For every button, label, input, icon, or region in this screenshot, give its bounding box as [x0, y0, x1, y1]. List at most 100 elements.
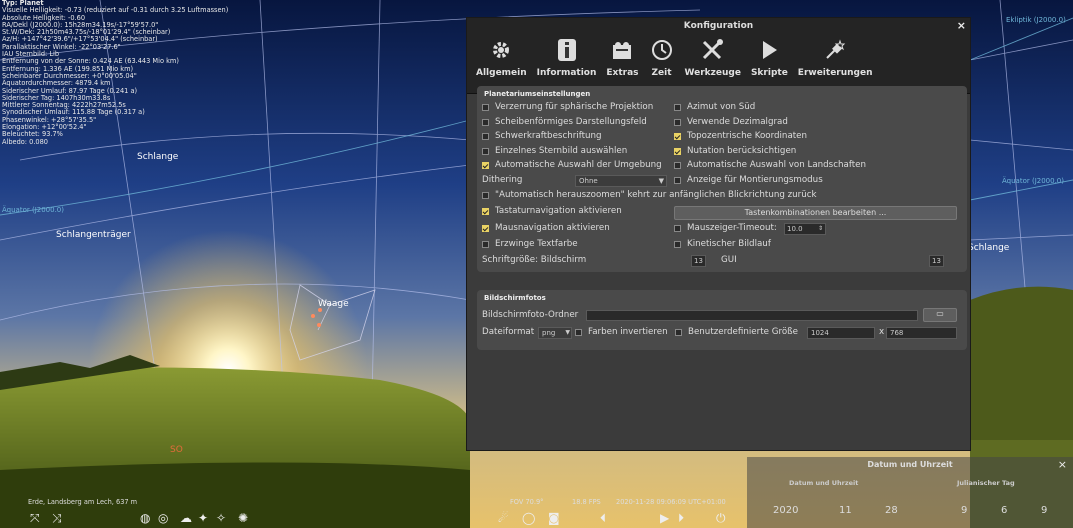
label-aequator-left: Äquator (J2000.0) [2, 206, 64, 214]
close-icon[interactable]: × [1058, 458, 1067, 471]
checkbox[interactable] [674, 118, 681, 126]
ground-icon[interactable]: ☁ [180, 511, 192, 525]
clock-icon [649, 36, 675, 64]
tab-label: Information [536, 68, 597, 78]
file-format-select[interactable]: png ▼ [538, 327, 572, 339]
option-scheibenfoermig[interactable]: Scheibenförmiges Darstellungsfeld [482, 117, 647, 127]
label-schlange-right: Schlange [968, 243, 1010, 253]
checkbox[interactable] [482, 207, 489, 215]
fov-text: FOV 70.9° [510, 498, 544, 506]
tab-information[interactable]: Information [532, 34, 602, 93]
fast-forward-icon[interactable]: ⏵ [678, 511, 684, 526]
checkbox[interactable] [674, 103, 681, 111]
option-tastaturnavigation[interactable]: Tastaturnavigation aktivieren [482, 206, 622, 216]
custom-width-input[interactable]: 1024 [807, 327, 875, 339]
close-icon[interactable]: × [957, 18, 966, 34]
option-label: Nutation berücksichtigen [687, 146, 797, 156]
shortcut-edit-button[interactable]: Tastenkombinationen bearbeiten ... [674, 206, 957, 220]
tab-allgemein[interactable]: Allgemein [471, 34, 532, 93]
play-icon [756, 36, 782, 64]
night-mode-icon[interactable]: ◙ [548, 511, 560, 525]
timeout-spinbox[interactable]: 10.0 ⇕ [784, 223, 826, 235]
tab-erweiterungen[interactable]: Erweiterungen [793, 34, 878, 93]
checkbox[interactable] [674, 240, 681, 248]
checkbox[interactable] [674, 224, 681, 232]
option-mauszeiger-timeout[interactable]: Mauszeiger-Timeout: [674, 223, 777, 233]
checkbox[interactable] [675, 328, 682, 336]
checkbox[interactable] [674, 161, 681, 169]
custom-height-input[interactable]: 768 [886, 327, 957, 339]
gui-label: GUI [721, 255, 737, 265]
option-nutation[interactable]: Nutation berücksichtigen [674, 146, 796, 156]
checkbox[interactable] [482, 191, 489, 199]
checkbox[interactable] [482, 240, 489, 248]
checkbox[interactable] [674, 176, 681, 184]
option-azimut-sued[interactable]: Azimut von Süd [674, 102, 755, 112]
option-auto-umgebung[interactable]: Automatische Auswahl der Umgebung [482, 160, 662, 170]
extras-icon [609, 36, 635, 64]
tab-extras[interactable]: Extras [601, 34, 643, 93]
option-dezimalgrad[interactable]: Verwende Dezimalgrad [674, 117, 788, 127]
option-label: Benutzerdefinierte Größe [688, 327, 798, 337]
option-kinetisch[interactable]: Kinetischer Bildlauf [674, 239, 771, 249]
option-label: Azimut von Süd [687, 102, 756, 112]
checkbox[interactable] [482, 132, 489, 140]
fps-text: 18.8 FPS [572, 498, 601, 506]
constellation-lines-icon[interactable]: ⤧ [30, 511, 40, 526]
folder-browse-button[interactable]: ▭ [923, 308, 957, 322]
option-label: Verwende Dezimalgrad [687, 117, 788, 127]
screenshot-folder-input[interactable] [586, 310, 918, 321]
checkbox[interactable] [482, 103, 489, 111]
label-schlange: Schlange [137, 152, 179, 162]
folder-icon: ▭ [936, 309, 944, 318]
font-gui-spinbox[interactable]: 13 [929, 255, 944, 267]
tab-label: Erweiterungen [797, 68, 873, 78]
tab-skripte[interactable]: Skripte [746, 34, 793, 93]
option-auto-zoom[interactable]: "Automatisch herauszoomen" kehrt zur anf… [482, 190, 817, 200]
option-montierungsmodus[interactable]: Anzeige für Montierungsmodus [674, 175, 823, 185]
checkbox[interactable] [482, 118, 489, 126]
tab-bar: Allgemein Information Extras Zeit Werkze… [467, 34, 970, 94]
option-label: Schwerkraftbeschriftung [495, 131, 602, 141]
option-topozentrisch[interactable]: Topozentrische Koordinaten [674, 131, 807, 141]
font-size-label: Schriftgröße: Bildschirm [482, 255, 587, 265]
dialog-titlebar[interactable]: Konfiguration × [467, 18, 970, 34]
nebula-icon[interactable]: ✧ [216, 511, 226, 525]
quit-icon[interactable]: ⏻ [716, 511, 726, 526]
option-einzelnes-sternbild[interactable]: Einzelnes Sternbild auswählen [482, 146, 627, 156]
julian-subtitle: Julianischer Tag [957, 479, 1015, 487]
option-auto-landschaft[interactable]: Automatische Auswahl von Landschaften [674, 160, 866, 170]
satellite-icon[interactable]: ☄ [498, 511, 509, 525]
option-mausnavigation[interactable]: Mausnavigation aktivieren [482, 223, 610, 233]
tab-label: Allgemein [476, 68, 527, 78]
checkbox[interactable] [482, 147, 489, 155]
label-ekliptik: Ekliptik (J2000.0) [1006, 16, 1066, 24]
constellation-labels-icon[interactable]: ⤨ [52, 511, 62, 526]
tab-zeit[interactable]: Zeit [644, 34, 680, 93]
grid-icon[interactable]: ◍ [140, 511, 150, 525]
checkbox[interactable] [482, 224, 489, 232]
planet-icon[interactable]: ◯ [522, 511, 535, 525]
checkbox[interactable] [674, 147, 681, 155]
option-label: Automatische Auswahl von Landschaften [687, 160, 866, 170]
dithering-select[interactable]: Ohne ▼ [575, 175, 667, 187]
tab-werkzeuge[interactable]: Werkzeuge [680, 34, 746, 93]
azimuthal-grid-icon[interactable]: ◎ [158, 511, 168, 525]
font-screen-spinbox[interactable]: 13 [691, 255, 706, 267]
chevron-down-icon: ▼ [565, 329, 570, 336]
info-line: Albedo: 0.080 [2, 137, 48, 146]
play-icon[interactable]: ▶ [660, 511, 669, 525]
option-textfarbe[interactable]: Erzwinge Textfarbe [482, 239, 578, 249]
option-label: "Automatisch herauszoomen" kehrt zur anf… [495, 190, 817, 200]
rewind-icon[interactable]: ⏴ [600, 511, 606, 526]
option-label: Scheibenförmiges Darstellungsfeld [495, 117, 647, 127]
option-farben-invertieren[interactable]: Farben invertieren [575, 327, 668, 337]
checkbox[interactable] [575, 328, 582, 336]
galaxy-icon[interactable]: ✺ [238, 511, 248, 525]
option-benutzerdefinierte-groesse[interactable]: Benutzerdefinierte Größe [675, 327, 798, 337]
option-verzerrung[interactable]: Verzerrung für sphärische Projektion [482, 102, 653, 112]
checkbox[interactable] [674, 132, 681, 140]
atmosphere-icon[interactable]: ✦ [198, 511, 208, 525]
option-schwerkraft[interactable]: Schwerkraftbeschriftung [482, 131, 602, 141]
checkbox[interactable] [482, 161, 489, 169]
